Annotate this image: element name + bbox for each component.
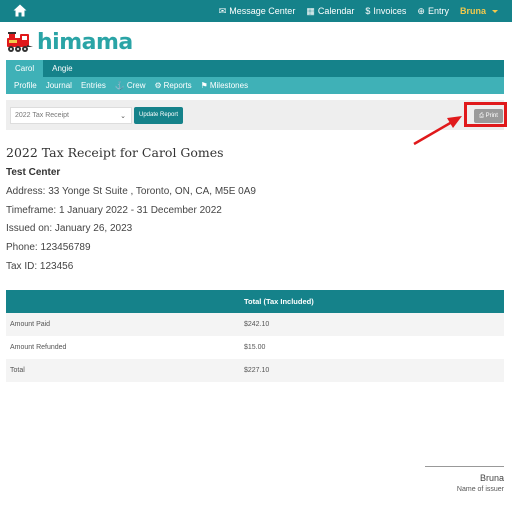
tax-summary-table: Total (Tax Included) Amount Paid $242.10… (6, 290, 504, 382)
issuer-caption: Name of issuer (456, 486, 504, 493)
subnav-entries[interactable]: Entries (81, 81, 106, 90)
tab-carol[interactable]: Carol (6, 60, 44, 77)
chevron-down-icon: ⌄ (120, 113, 126, 120)
table-header-label (6, 290, 244, 313)
row-value: $242.10 (244, 313, 504, 336)
tax-year-value: 2022 Tax Receipt (15, 112, 69, 119)
dollar-icon: $ (365, 5, 371, 16)
timeframe-line: Timeframe: 1 January 2022 - 31 December … (6, 205, 222, 216)
subnav-profile[interactable]: Profile (14, 81, 37, 90)
table-row: Total $227.10 (6, 359, 504, 382)
calendar-link[interactable]: ▦ Calendar (306, 6, 354, 16)
top-nav-menu: ✉ Message Center ▦ Calendar $ Invoices ⊕… (219, 0, 498, 22)
logo-text: himama (37, 29, 133, 55)
message-center-link[interactable]: ✉ Message Center (219, 6, 296, 16)
subnav-milestones-label: Milestones (209, 81, 249, 90)
anchor-icon: ⚓ (114, 81, 125, 90)
subnav-journal-label: Journal (45, 81, 72, 90)
entry-link[interactable]: ⊕ Entry (417, 6, 449, 16)
tab-angie[interactable]: Angie (43, 60, 81, 77)
center-name: Test Center (6, 167, 61, 178)
subnav-entries-label: Entries (80, 81, 106, 90)
table-header-total: Total (Tax Included) (244, 290, 504, 313)
sitemap-icon: ⚙ (154, 81, 162, 90)
page-title: 2022 Tax Receipt for Carol Gomes (6, 145, 224, 160)
subnav-crew-label: Crew (126, 81, 146, 90)
himama-logo[interactable]: himama (6, 29, 133, 55)
invoices-link[interactable]: $ Invoices (365, 6, 406, 16)
row-value: $227.10 (244, 359, 504, 382)
subnav-profile-label: Profile (14, 81, 37, 90)
update-report-button[interactable]: Update Report (134, 107, 184, 124)
message-center-label: Message Center (229, 6, 296, 16)
row-label: Amount Paid (6, 313, 244, 336)
flag-icon: ⚑ (200, 81, 208, 90)
entry-label: Entry (427, 6, 449, 16)
table-row: Amount Paid $242.10 (6, 313, 504, 336)
table-row: Amount Refunded $15.00 (6, 336, 504, 359)
invoices-label: Invoices (373, 6, 407, 16)
issuer-name: Bruna (479, 473, 504, 483)
row-label: Amount Refunded (6, 336, 244, 359)
row-label: Total (6, 359, 244, 382)
envelope-icon: ✉ (218, 5, 227, 16)
subnav-journal[interactable]: Journal (46, 81, 72, 90)
child-subnav: Profile Journal Entries ⚓ Crew ⚙ Reports… (6, 77, 504, 94)
user-name: Bruna (459, 6, 486, 16)
user-menu[interactable]: Bruna (460, 6, 498, 16)
train-icon (7, 32, 33, 52)
subnav-reports-label: Reports (163, 81, 192, 90)
plus-circle-icon: ⊕ (417, 5, 425, 16)
subnav-milestones[interactable]: ⚑ Milestones (201, 81, 248, 90)
phone-line: Phone: 123456789 (6, 242, 91, 253)
signature-line (425, 466, 504, 467)
address-line: Address: 33 Yonge St Suite , Toronto, ON… (6, 186, 256, 197)
home-icon[interactable] (13, 4, 27, 17)
calendar-label: Calendar (317, 6, 355, 16)
calendar-icon: ▦ (306, 5, 315, 16)
tax-id-line: Tax ID: 123456 (6, 261, 74, 272)
caret-down-icon (492, 9, 498, 13)
issued-line: Issued on: January 26, 2023 (6, 223, 133, 234)
child-tabs: Carol Angie (6, 60, 504, 77)
report-toolbar: 2022 Tax Receipt ⌄ Update Report ⎙ Print (6, 100, 504, 130)
row-value: $15.00 (244, 336, 504, 359)
top-navbar: ✉ Message Center ▦ Calendar $ Invoices ⊕… (0, 0, 512, 22)
tax-year-select[interactable]: 2022 Tax Receipt ⌄ (10, 107, 132, 124)
highlight-annotation (464, 102, 507, 127)
table-header-row: Total (Tax Included) (6, 290, 504, 313)
subnav-reports[interactable]: ⚙ Reports (154, 81, 191, 90)
subnav-crew[interactable]: ⚓ Crew (115, 81, 146, 90)
